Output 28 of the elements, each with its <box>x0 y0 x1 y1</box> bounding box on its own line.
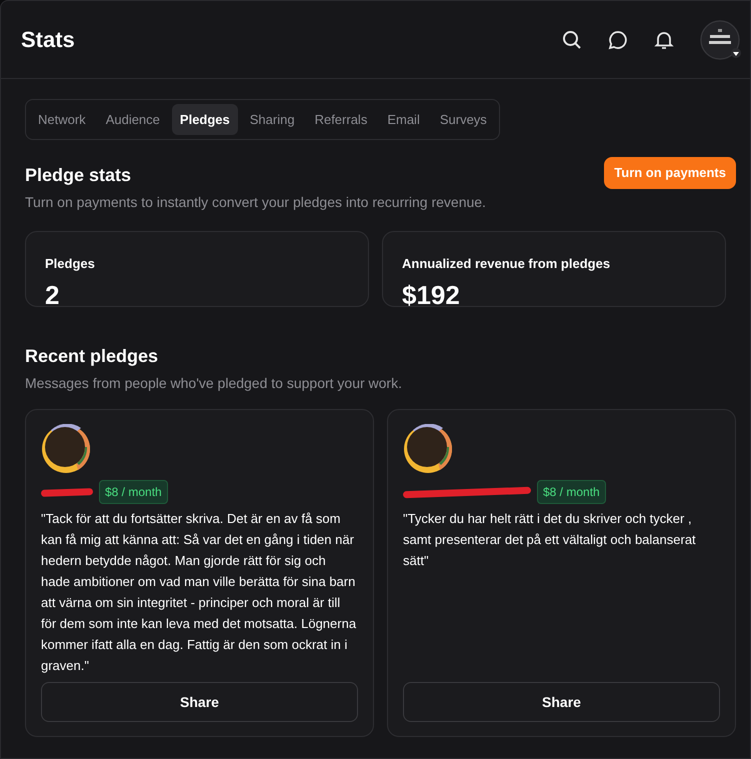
chat-bubble-icon[interactable] <box>608 30 628 50</box>
pledge-message: "Tack för att du fortsätter skriva. Det är en av få som kan få mig att känna att: Så var det en gång i tiden när hedern betydde något. Man gjorde rätt för sig och hade ambitioner om vad man ville berätta för sina barn att värna om sin integritet - principer och moral är till för dem som inte kan leva med det motsatta. Lögnerna kommer ifatt alla en dag. Fattig är den som ockrat in i graven." <box>41 510 358 675</box>
share-button[interactable]: Share <box>403 682 720 722</box>
tab[interactable]: Surveys <box>432 104 495 135</box>
turn-on-payments-button[interactable]: Turn on payments <box>604 157 736 189</box>
section-title: Pledge stats <box>25 164 132 187</box>
tab[interactable]: Referrals <box>306 104 376 135</box>
section-title: Recent pledges <box>25 345 160 368</box>
tab[interactable]: Pledges <box>172 104 238 135</box>
amount-badge: $8 / month <box>537 480 606 504</box>
tab[interactable]: Network <box>30 104 94 135</box>
pledge-message: "Tycker du har helt rätt i det du skriver och tycker , samt presenterar det på ett vältaligt och balanserat sätt" <box>403 510 697 570</box>
page-title: Stats <box>21 26 75 54</box>
search-icon[interactable] <box>562 30 582 50</box>
redaction-mark <box>40 488 94 496</box>
tab[interactable]: Audience <box>98 104 168 135</box>
stat-value: 2 <box>45 282 60 308</box>
dropdown-caret-icon[interactable] <box>730 48 742 58</box>
section-subtitle: Turn on payments to instantly convert your pledges into recurring revenue. <box>25 193 486 212</box>
bell-icon[interactable] <box>654 30 674 50</box>
stat-value: $192 <box>402 282 461 308</box>
stat-label: Annualized revenue from pledges <box>402 255 612 273</box>
section-subtitle: Messages from people who've pledged to support your work. <box>25 374 403 393</box>
share-button[interactable]: Share <box>41 682 358 722</box>
amount-badge: $8 / month <box>99 480 168 504</box>
stat-label: Pledges <box>45 255 96 273</box>
tab[interactable]: Sharing <box>242 104 303 135</box>
tab[interactable]: Email <box>379 104 428 135</box>
